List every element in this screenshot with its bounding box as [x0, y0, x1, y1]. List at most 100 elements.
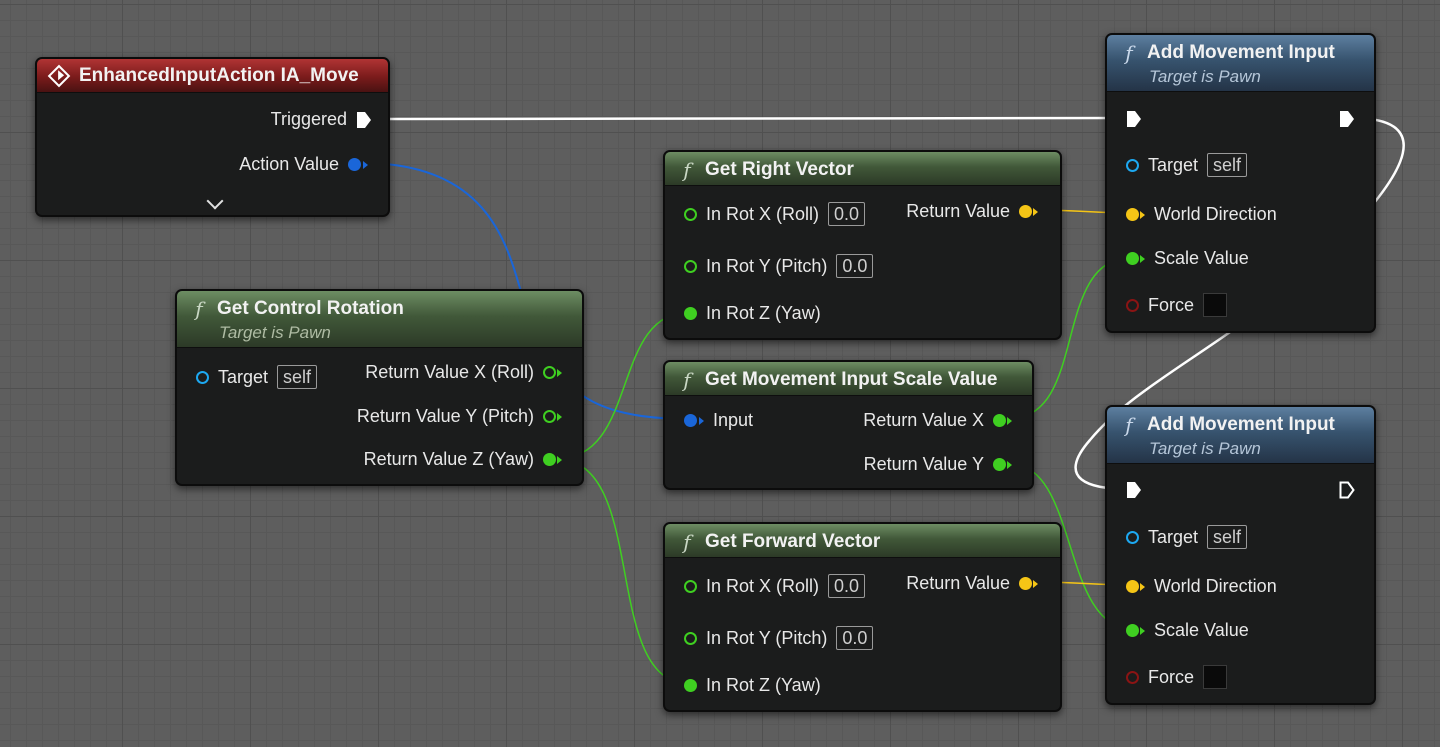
float-input-pin[interactable] — [1126, 624, 1139, 637]
float-input-pin[interactable] — [1126, 252, 1139, 265]
action-value-pin-row[interactable]: Action Value — [239, 154, 368, 175]
get-control-rotation-subtitle: Target is Pawn — [219, 323, 331, 342]
forward-rot-x-label: In Rot X (Roll) — [706, 575, 820, 596]
float-output-pin[interactable] — [993, 458, 1006, 471]
float-output-pin[interactable] — [543, 453, 556, 466]
pin-arrow-icon — [1007, 460, 1012, 469]
add-movement-input-node-2[interactable]: f Add Movement Input Target is Pawn Targe… — [1105, 405, 1376, 705]
right-rot-y-row[interactable]: In Rot Y (Pitch) 0.0 — [684, 254, 874, 278]
add-movement-input-2-header[interactable]: f Add Movement Input Target is Pawn — [1107, 407, 1374, 464]
exec-output-pin[interactable] — [356, 111, 372, 129]
struct-output-pin[interactable] — [348, 158, 361, 171]
float-input-pin[interactable] — [684, 631, 697, 645]
forward-return-value-label: Return Value — [906, 573, 1010, 593]
am2-target-row[interactable]: Target self — [1126, 525, 1248, 549]
exec-wire-triggered-to-add-movement-1 — [369, 116, 1129, 121]
right-rot-x-row[interactable]: In Rot X (Roll) 0.0 — [684, 202, 866, 226]
right-rot-x-field[interactable]: 0.0 — [828, 202, 866, 226]
scale-return-y-row[interactable]: Return Value Y — [864, 454, 1012, 475]
am1-world-direction-label: World Direction — [1154, 204, 1277, 224]
right-return-value-label: Return Value — [906, 201, 1010, 221]
get-control-rotation-header[interactable]: f Get Control Rotation Target is Pawn — [177, 291, 582, 348]
am1-scale-value-row[interactable]: Scale Value — [1126, 248, 1249, 269]
float-input-pin[interactable] — [684, 579, 697, 593]
vector-output-pin[interactable] — [1019, 577, 1032, 590]
float-output-pin[interactable] — [543, 366, 556, 379]
enhanced-input-event-node[interactable]: EnhancedInputAction IA_Move Triggered Ac… — [35, 57, 390, 217]
right-return-value-row[interactable]: Return Value — [906, 201, 1038, 222]
pin-arrow-icon — [1140, 582, 1145, 591]
return-x-pin-row[interactable]: Return Value X (Roll) — [365, 362, 562, 383]
right-rot-y-label: In Rot Y (Pitch) — [706, 255, 828, 276]
event-node-title: EnhancedInputAction IA_Move — [79, 65, 359, 86]
float-output-pin[interactable] — [993, 414, 1006, 427]
action-value-pin-label: Action Value — [239, 154, 339, 174]
float-output-pin[interactable] — [543, 410, 556, 423]
am1-target-self-field[interactable]: self — [1207, 153, 1248, 177]
forward-rot-y-row[interactable]: In Rot Y (Pitch) 0.0 — [684, 626, 874, 650]
am1-world-direction-row[interactable]: World Direction — [1126, 204, 1277, 225]
add-movement-input-node-1[interactable]: f Add Movement Input Target is Pawn Targe… — [1105, 33, 1376, 333]
exec-input-pin[interactable] — [1126, 481, 1142, 499]
am2-target-label: Target — [1148, 526, 1199, 547]
get-movement-input-scale-node[interactable]: f Get Movement Input Scale Value Input Re… — [663, 360, 1034, 490]
forward-rot-x-field[interactable]: 0.0 — [828, 574, 866, 598]
struct-input-pin[interactable] — [684, 414, 697, 427]
bool-input-pin[interactable] — [1126, 670, 1139, 684]
am1-force-checkbox[interactable] — [1203, 293, 1228, 317]
return-y-pin-row[interactable]: Return Value Y (Pitch) — [357, 406, 562, 427]
forward-return-value-row[interactable]: Return Value — [906, 573, 1038, 594]
exec-input-pin[interactable] — [1126, 110, 1142, 128]
event-node-header[interactable]: EnhancedInputAction IA_Move — [37, 59, 388, 93]
get-right-vector-node[interactable]: f Get Right Vector In Rot X (Roll) 0.0 In… — [663, 150, 1062, 340]
vector-output-pin[interactable] — [1019, 205, 1032, 218]
forward-rot-y-field[interactable]: 0.0 — [836, 626, 874, 650]
get-right-vector-header[interactable]: f Get Right Vector — [665, 152, 1060, 186]
vector-input-pin[interactable] — [1126, 580, 1139, 593]
object-input-pin[interactable] — [196, 370, 209, 384]
return-z-pin-row[interactable]: Return Value Z (Yaw) — [364, 449, 562, 470]
pin-arrow-icon — [1140, 210, 1145, 219]
add-movement-input-1-header[interactable]: f Add Movement Input Target is Pawn — [1107, 35, 1374, 92]
am1-target-row[interactable]: Target self — [1126, 153, 1248, 177]
get-movement-input-scale-header[interactable]: f Get Movement Input Scale Value — [665, 362, 1032, 396]
am2-force-checkbox[interactable] — [1203, 665, 1228, 689]
get-forward-vector-node[interactable]: f Get Forward Vector In Rot X (Roll) 0.0 … — [663, 522, 1062, 712]
pin-arrow-icon — [1140, 626, 1145, 635]
am2-target-self-field[interactable]: self — [1207, 525, 1248, 549]
vector-input-pin[interactable] — [1126, 208, 1139, 221]
scale-return-x-row[interactable]: Return Value X — [863, 410, 1012, 431]
target-pin-label: Target — [218, 366, 269, 387]
am1-force-row[interactable]: Force — [1126, 293, 1228, 317]
am2-world-direction-row[interactable]: World Direction — [1126, 576, 1277, 597]
bool-input-pin[interactable] — [1126, 298, 1139, 312]
right-rot-z-label: In Rot Z (Yaw) — [706, 303, 821, 323]
float-input-pin[interactable] — [684, 307, 697, 320]
function-icon: f — [683, 158, 691, 182]
target-pin-row[interactable]: Target self — [196, 365, 318, 389]
am2-scale-value-row[interactable]: Scale Value — [1126, 620, 1249, 641]
add-movement-input-1-subtitle: Target is Pawn — [1149, 67, 1261, 86]
right-rot-z-row[interactable]: In Rot Z (Yaw) — [684, 303, 821, 324]
get-movement-input-scale-title: Get Movement Input Scale Value — [705, 369, 998, 390]
am2-force-row[interactable]: Force — [1126, 665, 1228, 689]
forward-rot-y-label: In Rot Y (Pitch) — [706, 627, 828, 648]
float-input-pin[interactable] — [684, 259, 697, 273]
exec-output-pin[interactable] — [1339, 481, 1355, 499]
float-input-pin[interactable] — [684, 207, 697, 221]
triggered-pin-row[interactable]: Triggered — [271, 109, 372, 130]
get-control-rotation-node[interactable]: f Get Control Rotation Target is Pawn Tar… — [175, 289, 584, 486]
right-rot-y-field[interactable]: 0.0 — [836, 254, 874, 278]
forward-rot-x-row[interactable]: In Rot X (Roll) 0.0 — [684, 574, 866, 598]
scale-input-row[interactable]: Input — [684, 410, 753, 431]
get-forward-vector-title: Get Forward Vector — [705, 531, 881, 552]
chevron-down-icon[interactable] — [206, 192, 224, 210]
am1-target-label: Target — [1148, 154, 1199, 175]
forward-rot-z-row[interactable]: In Rot Z (Yaw) — [684, 675, 821, 696]
target-self-field[interactable]: self — [277, 365, 318, 389]
get-forward-vector-header[interactable]: f Get Forward Vector — [665, 524, 1060, 558]
exec-output-pin[interactable] — [1339, 110, 1355, 128]
float-input-pin[interactable] — [684, 679, 697, 692]
object-input-pin[interactable] — [1126, 158, 1139, 172]
object-input-pin[interactable] — [1126, 530, 1139, 544]
